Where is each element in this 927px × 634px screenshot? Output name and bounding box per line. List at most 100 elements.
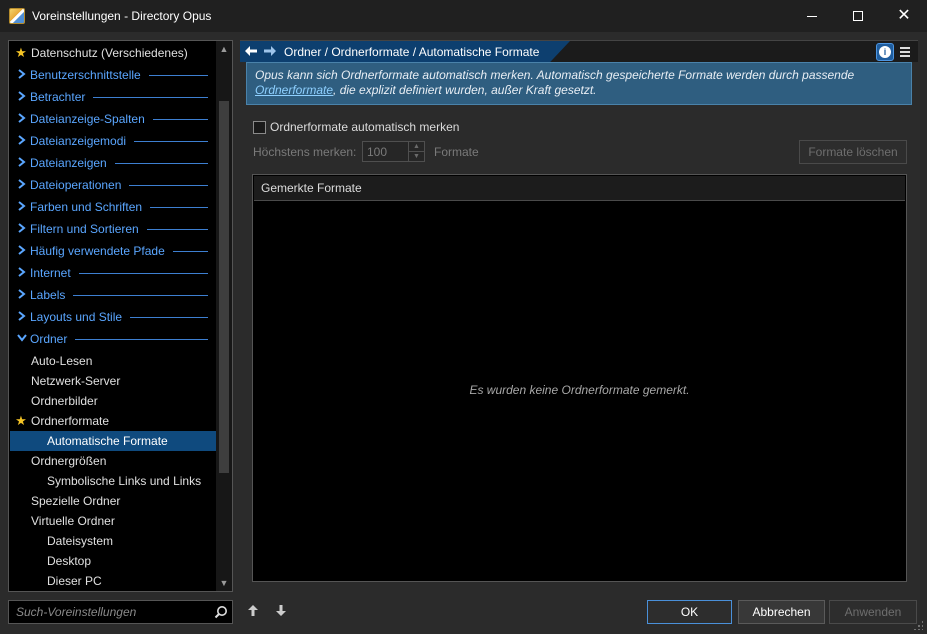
star-icon: ★ [15, 413, 27, 428]
tree-scrollbar[interactable]: ▲ ▼ [216, 41, 232, 591]
tree-item-label: Internet [30, 266, 71, 280]
max-remember-stepper[interactable]: ▲ ▼ [362, 141, 425, 162]
tree-item[interactable]: Dateioperationen [10, 175, 216, 195]
tree-item[interactable]: Betrachter [10, 87, 216, 107]
chevron-down-icon[interactable] [14, 333, 30, 345]
chevron-right-icon[interactable] [14, 68, 30, 82]
menu-button[interactable] [898, 44, 912, 60]
tree-item[interactable]: Dateisystem [10, 531, 216, 551]
search-input[interactable] [9, 605, 210, 619]
breadcrumb-bar: Ordner / Ordnerformate / Automatische Fo… [240, 40, 918, 62]
info-icon: i [879, 46, 891, 58]
tree-item[interactable]: Labels [10, 285, 216, 305]
delete-formats-button[interactable]: Formate löschen [799, 140, 907, 164]
scrollbar-thumb[interactable] [219, 101, 229, 473]
tree-item[interactable]: Auto-Lesen [10, 351, 216, 371]
tree-item-label: Dateisystem [47, 534, 114, 548]
chevron-right-icon[interactable] [14, 200, 30, 214]
move-down-arrow-icon[interactable] [273, 605, 289, 619]
tree-item[interactable]: Desktop [10, 551, 216, 571]
stepper-up-icon[interactable]: ▲ [409, 142, 424, 152]
chevron-right-icon[interactable] [14, 134, 30, 148]
category-divider [146, 228, 208, 230]
tree-item[interactable]: Häufig verwendete Pfade [10, 241, 216, 261]
tree-item-label: Automatische Formate [47, 434, 168, 448]
apply-button[interactable]: Anwenden [829, 600, 917, 624]
tree-item[interactable]: Symbolische Links und Links [10, 471, 216, 491]
tree-item[interactable]: Dateianzeige-Spalten [10, 109, 216, 129]
chevron-right-icon[interactable] [14, 178, 30, 192]
tree-item-label: Virtuelle Ordner [31, 514, 115, 528]
tree-item[interactable]: Dateianzeigen [10, 153, 216, 173]
back-arrow-icon[interactable] [243, 45, 259, 59]
max-remember-row: Höchstens merken: [253, 141, 356, 163]
category-divider [130, 316, 208, 318]
tree-item[interactable]: Dieser PC [10, 571, 216, 591]
info-description: Opus kann sich Ordnerformate automatisch… [246, 62, 912, 105]
search-icon[interactable] [210, 601, 232, 623]
max-remember-input[interactable] [363, 142, 408, 161]
tree-item-label: Dateioperationen [30, 178, 122, 192]
chevron-right-icon[interactable] [14, 266, 30, 280]
minimize-button[interactable] [789, 0, 835, 32]
tree-item[interactable]: Layouts und Stile [10, 307, 216, 327]
star-icon: ★ [15, 45, 27, 60]
move-up-arrow-icon[interactable] [245, 605, 261, 619]
tree-item[interactable]: Benutzerschnittstelle [10, 65, 216, 85]
tree-item[interactable]: Netzwerk-Server [10, 371, 216, 391]
forward-arrow-icon[interactable] [262, 45, 278, 59]
tree-item-label: Netzwerk-Server [31, 374, 121, 388]
tree-item[interactable]: Spezielle Ordner [10, 491, 216, 511]
tree-item[interactable]: Farben und Schriften [10, 197, 216, 217]
tree-item[interactable]: ★ Ordnerformate [10, 411, 216, 431]
close-icon: ✕ [897, 7, 911, 24]
chevron-right-icon[interactable] [14, 112, 30, 126]
chevron-right-icon[interactable] [14, 288, 30, 302]
tree-item-label: Ordner [30, 332, 68, 346]
chevron-right-icon[interactable] [14, 222, 30, 236]
category-divider [73, 294, 208, 296]
tree-item-label: Häufig verwendete Pfade [30, 244, 165, 258]
tree-item[interactable]: ★ Datenschutz (Verschiedenes) [10, 43, 216, 63]
chevron-right-icon[interactable] [14, 244, 30, 258]
tree-item[interactable]: Ordnerbilder [10, 391, 216, 411]
tree-item[interactable]: Ordnergrößen [10, 451, 216, 471]
tree-item[interactable]: Ordner [10, 329, 216, 349]
list-empty-message: Es wurden keine Ordnerformate gemerkt. [469, 383, 690, 397]
list-column-header[interactable]: Gemerkte Formate [254, 176, 905, 201]
tree-item[interactable]: Virtuelle Ordner [10, 511, 216, 531]
window-title: Voreinstellungen - Directory Opus [32, 9, 212, 23]
tree-item-label: Symbolische Links und Links [47, 474, 202, 488]
remembered-formats-list[interactable]: Gemerkte Formate Es wurden keine Ordnerf… [252, 174, 907, 582]
cancel-button[interactable]: Abbrechen [738, 600, 825, 624]
tree-item-label: Dateianzeigemodi [30, 134, 127, 148]
tree-item-label: Ordnergrößen [31, 454, 107, 468]
tree-item[interactable]: Internet [10, 263, 216, 283]
category-divider [172, 250, 208, 252]
tree-item[interactable]: Dateianzeigemodi [10, 131, 216, 151]
auto-remember-checkbox-row[interactable]: Ordnerformate automatisch merken [253, 120, 459, 134]
tree-item-label: Ordnerformate [31, 414, 110, 428]
close-button[interactable]: ✕ [881, 0, 927, 32]
chevron-right-icon[interactable] [14, 310, 30, 324]
tree-item-label: Dateianzeigen [30, 156, 107, 170]
tree-item-label: Benutzerschnittstelle [30, 68, 141, 82]
chevron-right-icon[interactable] [14, 156, 30, 170]
maximize-button[interactable] [835, 0, 881, 32]
tree-item[interactable]: Automatische Formate [10, 431, 216, 451]
auto-remember-label[interactable]: Ordnerformate automatisch merken [270, 120, 459, 134]
info-button[interactable]: i [876, 43, 894, 61]
directory-opus-app-icon [9, 8, 25, 24]
category-divider [134, 140, 208, 142]
scroll-up-arrow-icon[interactable]: ▲ [216, 41, 232, 57]
tree-item[interactable]: Filtern und Sortieren [10, 219, 216, 239]
tree-item-label: Ordnerbilder [31, 394, 98, 408]
preferences-tree[interactable]: ★ Datenschutz (Verschiedenes) Benutzerschn… [8, 40, 233, 592]
auto-remember-checkbox[interactable] [253, 120, 266, 134]
ok-button[interactable]: OK [647, 600, 732, 624]
chevron-right-icon[interactable] [14, 90, 30, 104]
search-box[interactable] [8, 600, 233, 624]
stepper-down-icon[interactable]: ▼ [409, 152, 424, 161]
scroll-down-arrow-icon[interactable]: ▼ [216, 575, 232, 591]
ordnerformate-link[interactable]: Ordnerformate [255, 83, 333, 97]
